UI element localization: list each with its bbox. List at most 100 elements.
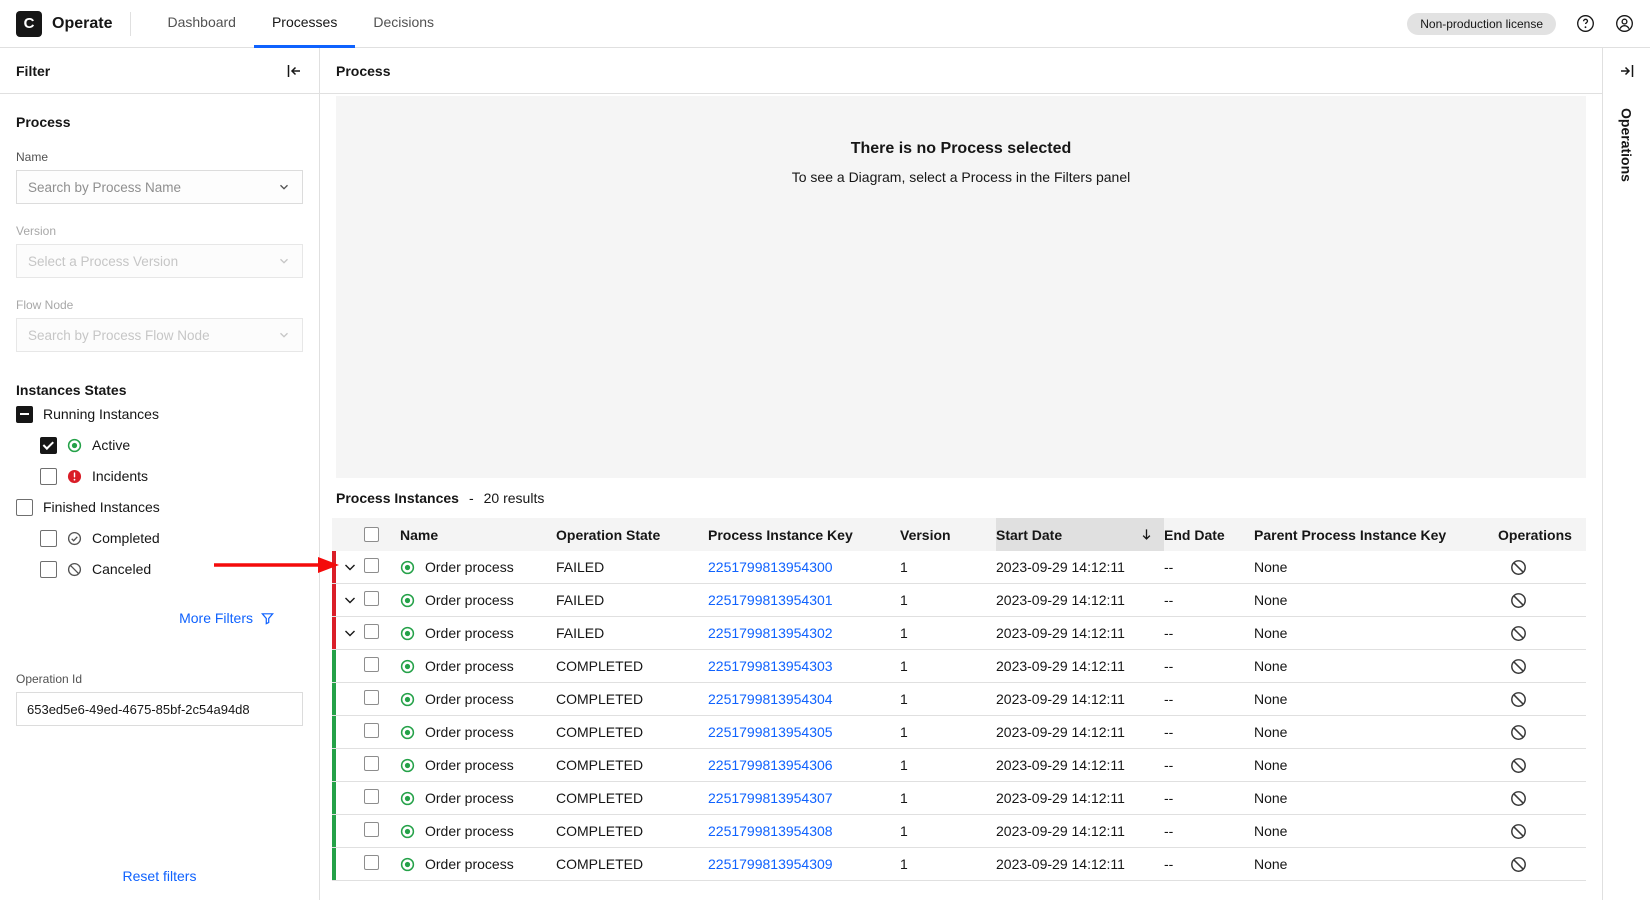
column-header-operation-state[interactable]: Operation State — [556, 518, 708, 551]
process-instance-key-link[interactable]: 2251799813954303 — [708, 658, 900, 674]
help-icon[interactable] — [1576, 14, 1595, 33]
instance-row[interactable]: Order processCOMPLETED225179981395430512… — [332, 716, 1586, 749]
filter-state-completed: Completed — [16, 523, 303, 553]
active-state-icon — [400, 593, 415, 608]
operation-state: FAILED — [556, 559, 708, 575]
process-version-combobox: Select a Process Version — [16, 244, 303, 278]
cancel-operation-button[interactable] — [1498, 856, 1576, 873]
expand-row-button[interactable] — [334, 592, 364, 608]
cancel-operation-button[interactable] — [1498, 592, 1576, 609]
reset-filters-link[interactable]: Reset filters — [0, 868, 319, 884]
active-state-icon — [67, 438, 82, 453]
tab-processes[interactable]: Processes — [254, 0, 355, 48]
row-checkbox[interactable] — [364, 789, 379, 804]
instance-row[interactable]: Order processFAILED225179981395430012023… — [332, 551, 1586, 584]
parent-process-instance-key: None — [1254, 592, 1498, 608]
process-instance-key-link[interactable]: 2251799813954309 — [708, 856, 900, 872]
process-instance-key-link[interactable]: 2251799813954307 — [708, 790, 900, 806]
version: 1 — [900, 724, 996, 740]
row-checkbox[interactable] — [364, 591, 379, 606]
expand-operations-panel-icon[interactable] — [1618, 62, 1636, 80]
process-name-placeholder: Search by Process Name — [28, 180, 181, 195]
user-icon[interactable] — [1615, 14, 1634, 33]
version: 1 — [900, 592, 996, 608]
row-checkbox[interactable] — [364, 855, 379, 870]
license-badge: Non-production license — [1407, 13, 1556, 35]
process-instance-key-link[interactable]: 2251799813954301 — [708, 592, 900, 608]
cancel-operation-button[interactable] — [1498, 757, 1576, 774]
row-checkbox[interactable] — [364, 624, 379, 639]
expand-row-button[interactable] — [334, 625, 364, 641]
cancel-operation-icon — [1510, 724, 1527, 741]
row-checkbox[interactable] — [364, 723, 379, 738]
running-instances-checkbox[interactable] — [16, 406, 33, 423]
start-date: 2023-09-29 14:12:11 — [996, 823, 1164, 839]
cancel-operation-icon — [1510, 856, 1527, 873]
row-checkbox[interactable] — [364, 690, 379, 705]
instance-row[interactable]: Order processCOMPLETED225179981395430912… — [332, 848, 1586, 881]
canceled-checkbox[interactable] — [40, 561, 57, 578]
cancel-operation-button[interactable] — [1498, 823, 1576, 840]
cancel-operation-button[interactable] — [1498, 559, 1576, 576]
flow-node-placeholder: Search by Process Flow Node — [28, 328, 210, 343]
cancel-operation-button[interactable] — [1498, 790, 1576, 807]
sort-descending-icon — [1139, 527, 1154, 542]
operation-state: COMPLETED — [556, 691, 708, 707]
column-header-parent-process-instance-key[interactable]: Parent Process Instance Key — [1254, 518, 1498, 551]
process-name-combobox[interactable]: Search by Process Name — [16, 170, 303, 204]
instance-name: Order process — [425, 724, 514, 740]
column-header-start-date[interactable]: Start Date — [996, 518, 1164, 551]
instance-row[interactable]: Order processCOMPLETED225179981395430812… — [332, 815, 1586, 848]
process-instance-key-link[interactable]: 2251799813954306 — [708, 757, 900, 773]
select-all-checkbox[interactable] — [364, 527, 379, 542]
completed-checkbox[interactable] — [40, 530, 57, 547]
column-header-operations[interactable]: Operations — [1498, 518, 1576, 551]
instance-row[interactable]: Order processCOMPLETED225179981395430312… — [332, 650, 1586, 683]
row-checkbox[interactable] — [364, 657, 379, 672]
column-header-name[interactable]: Name — [400, 518, 556, 551]
operation-state: FAILED — [556, 592, 708, 608]
active-checkbox[interactable] — [40, 437, 57, 454]
column-header-end-date[interactable]: End Date — [1164, 518, 1254, 551]
cancel-operation-button[interactable] — [1498, 724, 1576, 741]
cancel-operation-icon — [1510, 625, 1527, 642]
state-label: Finished Instances — [43, 499, 160, 515]
row-checkbox[interactable] — [364, 756, 379, 771]
state-label: Incidents — [92, 468, 148, 484]
expand-row-button[interactable] — [334, 559, 364, 575]
more-filters-link[interactable]: More Filters — [16, 610, 275, 626]
operation-id-input[interactable]: 653ed5e6-49ed-4675-85bf-2c54a94d8 — [16, 692, 303, 726]
cancel-operation-button[interactable] — [1498, 625, 1576, 642]
process-instances-table: NameOperation StateProcess Instance KeyV… — [320, 518, 1602, 900]
cancel-operation-button[interactable] — [1498, 691, 1576, 708]
filter-state-incidents: Incidents — [16, 461, 303, 491]
collapse-filters-panel-icon[interactable] — [285, 62, 303, 80]
row-checkbox[interactable] — [364, 822, 379, 837]
column-header-version[interactable]: Version — [900, 518, 996, 551]
process-instance-key-link[interactable]: 2251799813954304 — [708, 691, 900, 707]
process-instance-key-link[interactable]: 2251799813954305 — [708, 724, 900, 740]
header-divider — [130, 12, 131, 36]
process-instance-key-link[interactable]: 2251799813954300 — [708, 559, 900, 575]
process-instance-key-link[interactable]: 2251799813954302 — [708, 625, 900, 641]
process-instances-header: Process Instances - 20 results — [320, 478, 1602, 518]
active-state-icon — [400, 791, 415, 806]
cancel-operation-button[interactable] — [1498, 658, 1576, 675]
process-instance-key-link[interactable]: 2251799813954308 — [708, 823, 900, 839]
column-header-process-instance-key[interactable]: Process Instance Key — [708, 518, 900, 551]
parent-process-instance-key: None — [1254, 658, 1498, 674]
canceled-state-icon — [67, 562, 82, 577]
parent-process-instance-key: None — [1254, 790, 1498, 806]
tab-dashboard[interactable]: Dashboard — [149, 0, 254, 48]
finished-instances-checkbox[interactable] — [16, 499, 33, 516]
instance-row[interactable]: Order processCOMPLETED225179981395430712… — [332, 782, 1586, 815]
instance-row[interactable]: Order processFAILED225179981395430112023… — [332, 584, 1586, 617]
row-checkbox[interactable] — [364, 558, 379, 573]
instance-row[interactable]: Order processFAILED225179981395430212023… — [332, 617, 1586, 650]
instance-name: Order process — [425, 823, 514, 839]
tab-decisions[interactable]: Decisions — [355, 0, 452, 48]
incidents-checkbox[interactable] — [40, 468, 57, 485]
filters-panel: Filter Process Name Search by Process Na… — [0, 48, 320, 900]
instance-row[interactable]: Order processCOMPLETED225179981395430412… — [332, 683, 1586, 716]
instance-row[interactable]: Order processCOMPLETED225179981395430612… — [332, 749, 1586, 782]
